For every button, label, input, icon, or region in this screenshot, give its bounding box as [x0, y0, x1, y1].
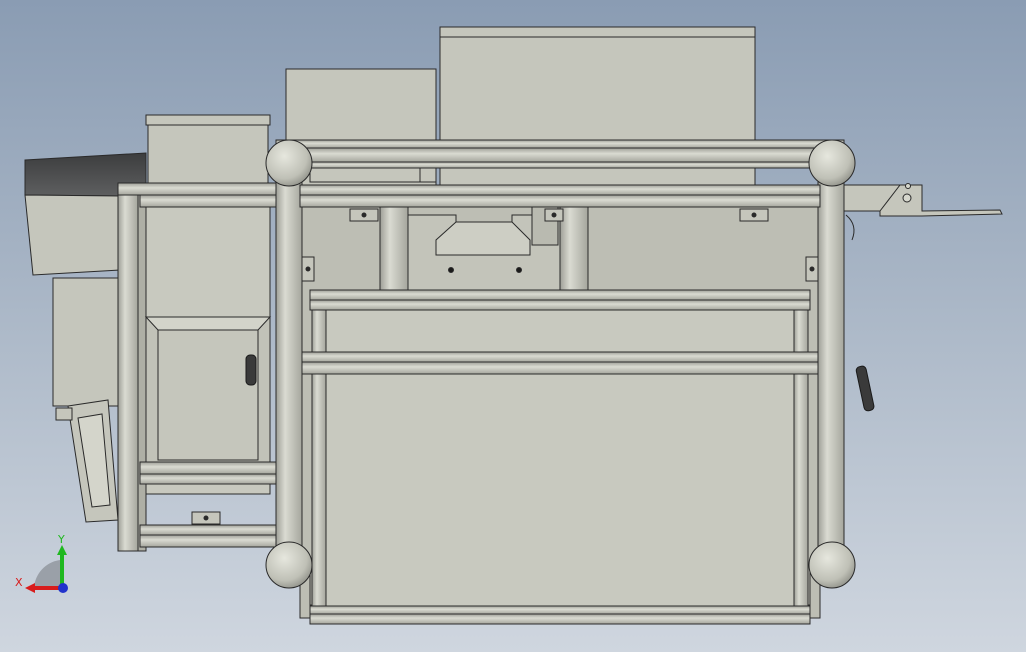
tray-bottom-rail[interactable] — [309, 605, 811, 615]
spring-right[interactable] — [855, 365, 875, 412]
left-frame-lower-beam[interactable] — [139, 461, 279, 475]
cad-viewport[interactable]: X Y — [0, 0, 1026, 652]
bolt-hole — [809, 266, 815, 272]
left-frame-second-beam[interactable] — [139, 194, 279, 208]
left-frame-top-block[interactable] — [147, 124, 269, 186]
tray-bin[interactable] — [325, 373, 795, 607]
corner-joint-bottom-left[interactable] — [265, 541, 313, 589]
drive-plate-boss — [435, 221, 531, 256]
orientation-triad[interactable]: X Y — [15, 533, 68, 593]
x-axis-head — [25, 583, 35, 593]
sensor-block-small[interactable] — [419, 167, 437, 183]
main-right-post[interactable] — [817, 149, 845, 571]
top-cover-lid[interactable] — [439, 26, 756, 38]
cad-model-view[interactable]: X Y — [0, 0, 1026, 652]
bolt-hole — [305, 266, 311, 272]
top-rail-lower[interactable] — [299, 161, 821, 169]
machine-assembly[interactable] — [24, 26, 1003, 625]
left-frame-panel[interactable] — [145, 206, 271, 318]
side-tab — [55, 407, 73, 421]
left-frame-top-beam[interactable] — [117, 182, 284, 196]
left-frame-lower-beam-2[interactable] — [139, 473, 279, 485]
triad-plane — [34, 560, 60, 588]
side-control-box[interactable] — [52, 277, 119, 407]
z-axis-dot — [58, 583, 68, 593]
tray-top-rail[interactable] — [309, 289, 811, 301]
bolt-hole — [361, 212, 367, 218]
arm-pin — [905, 183, 911, 189]
bolt-hole — [551, 212, 557, 218]
top-rail-main[interactable] — [299, 147, 821, 163]
left-frame-base-beam[interactable] — [139, 534, 279, 548]
guide-column-left[interactable] — [379, 206, 409, 291]
main-left-post[interactable] — [275, 149, 303, 571]
corner-joint-top-right[interactable] — [808, 139, 856, 187]
left-outer-rail-inner — [137, 182, 147, 552]
crossbar-upper[interactable] — [299, 184, 821, 196]
left-window-inner — [157, 329, 259, 461]
y-axis-label: Y — [57, 533, 65, 546]
sensor-block-left[interactable] — [309, 167, 421, 183]
left-window-bevel-top — [144, 316, 272, 331]
bolt-hole — [751, 212, 757, 218]
y-axis-head — [57, 545, 67, 555]
hopper-lower-panel[interactable] — [24, 194, 121, 276]
plate-bolt-right — [516, 267, 522, 273]
right-arm-plate[interactable] — [879, 184, 1003, 217]
crossbar-second[interactable] — [299, 194, 821, 208]
corner-joint-top-left[interactable] — [265, 139, 313, 187]
tray-upper-panel[interactable] — [325, 309, 795, 353]
top-rail-upper[interactable] — [275, 139, 845, 149]
left-outer-rail[interactable] — [117, 182, 139, 552]
left-frame-lower-tray — [145, 483, 271, 495]
arm-pivot-hole[interactable] — [902, 193, 912, 203]
left-frame-bottom-beam[interactable] — [139, 524, 279, 536]
arm-hinge-curve — [845, 214, 855, 241]
bolt-hole — [203, 515, 209, 521]
tray-mid-rail-2[interactable] — [301, 361, 819, 375]
tray-base-rail[interactable] — [309, 613, 811, 625]
x-axis-label: X — [15, 576, 23, 589]
tray-top-rail-2[interactable] — [309, 299, 811, 311]
tray-mid-rail[interactable] — [301, 351, 819, 363]
corner-joint-bottom-right[interactable] — [808, 541, 856, 589]
left-frame-cap[interactable] — [145, 114, 271, 126]
spring-left[interactable] — [245, 354, 257, 386]
guide-column-right[interactable] — [559, 206, 589, 291]
plate-bolt-left — [448, 267, 454, 273]
